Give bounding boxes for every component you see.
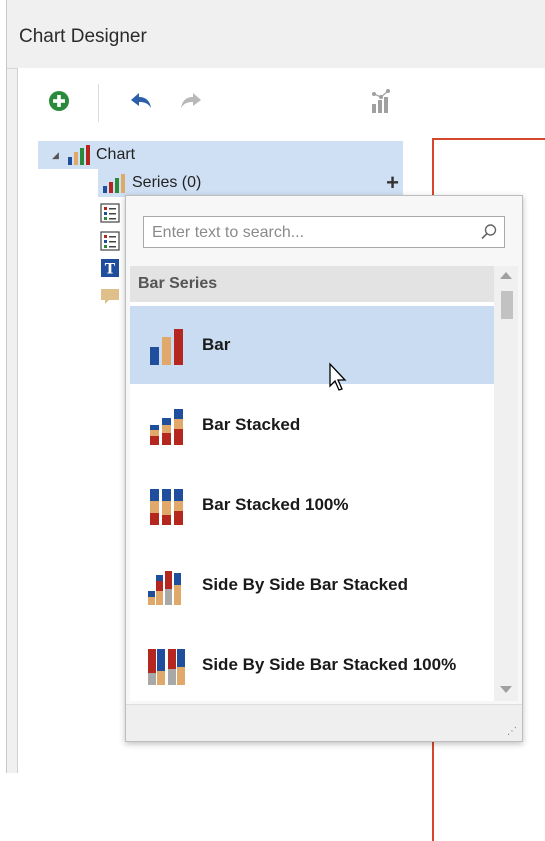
bar-stacked-icon <box>148 405 188 445</box>
legend-icon <box>100 231 120 251</box>
popup-footer: ⋰ <box>126 704 522 741</box>
tree-item-chart[interactable]: ◢ Chart <box>38 141 403 169</box>
undo-arrow-icon <box>131 93 151 108</box>
tree-item-label: Chart <box>96 146 136 163</box>
redo-button[interactable] <box>178 88 204 114</box>
group-header: Bar Series <box>130 266 494 302</box>
series-icon <box>103 174 125 193</box>
tree-item-legends[interactable] <box>100 227 120 255</box>
window-title: Chart Designer <box>19 26 147 47</box>
expand-collapse-icon[interactable]: ◢ <box>52 150 62 161</box>
scroll-thumb[interactable] <box>501 291 513 319</box>
title-text-icon: T <box>101 259 119 278</box>
list-item-side-by-side-bar-stacked-100[interactable]: Side By Side Bar Stacked 100% <box>130 626 494 701</box>
search-box[interactable] <box>143 216 505 248</box>
title-bar: Chart Designer <box>7 0 545 69</box>
scroll-down-arrow-icon[interactable] <box>500 686 512 693</box>
list-item-bar[interactable]: Bar <box>130 306 494 384</box>
list-item-bar-stacked-100[interactable]: Bar Stacked 100% <box>130 466 494 544</box>
legend-icon <box>100 203 120 223</box>
list-scrollbar[interactable] <box>494 266 518 701</box>
chart-preview-edge <box>432 768 434 841</box>
undo-button[interactable] <box>128 88 154 114</box>
search-input[interactable] <box>150 221 474 245</box>
bar-chart-icon <box>68 145 90 165</box>
side-by-side-bar-stacked-100-icon <box>148 645 188 685</box>
svg-text:T: T <box>105 262 116 278</box>
resize-grip-icon[interactable]: ⋰ <box>507 726 517 737</box>
bar-series-icon <box>148 325 188 365</box>
tree-item-annotations[interactable] <box>100 282 120 310</box>
add-circle-icon <box>49 91 69 111</box>
chart-wizard-icon <box>372 89 390 113</box>
series-type-list: Bar Series Bar Bar Stacked Bar Stacked 1… <box>130 266 494 701</box>
list-item-bar-stacked[interactable]: Bar Stacked <box>130 386 494 464</box>
add-series-plus-icon[interactable]: + <box>386 170 399 196</box>
tree-item-titles[interactable]: T <box>100 254 120 282</box>
list-item-label: Bar Stacked 100% <box>202 495 349 514</box>
redo-arrow-icon <box>181 93 201 108</box>
tree-item-series[interactable]: Series (0) + <box>98 169 403 197</box>
search-icon[interactable] <box>480 223 498 241</box>
side-by-side-bar-stacked-icon <box>148 565 188 605</box>
toolbar <box>18 68 545 132</box>
list-item-label: Bar <box>202 335 231 354</box>
list-item-side-by-side-bar-stacked[interactable]: Side By Side Bar Stacked <box>130 546 494 624</box>
list-item-label: Side By Side Bar Stacked 100% <box>202 655 457 674</box>
toolbar-separator <box>98 84 99 122</box>
bar-stacked-100-icon <box>148 485 188 525</box>
annotation-callout-icon <box>101 289 119 304</box>
mouse-pointer-icon <box>329 362 347 391</box>
series-type-popup: Bar Series Bar Bar Stacked <box>125 195 523 742</box>
add-button[interactable] <box>46 88 72 114</box>
tree-item-legend[interactable] <box>100 199 120 227</box>
chart-wizard-button[interactable] <box>368 88 394 114</box>
scroll-up-arrow-icon[interactable] <box>500 272 512 279</box>
list-item-label: Side By Side Bar Stacked <box>202 575 408 594</box>
list-item-label: Bar Stacked <box>202 415 301 434</box>
tree-item-label: Series (0) <box>132 174 202 191</box>
